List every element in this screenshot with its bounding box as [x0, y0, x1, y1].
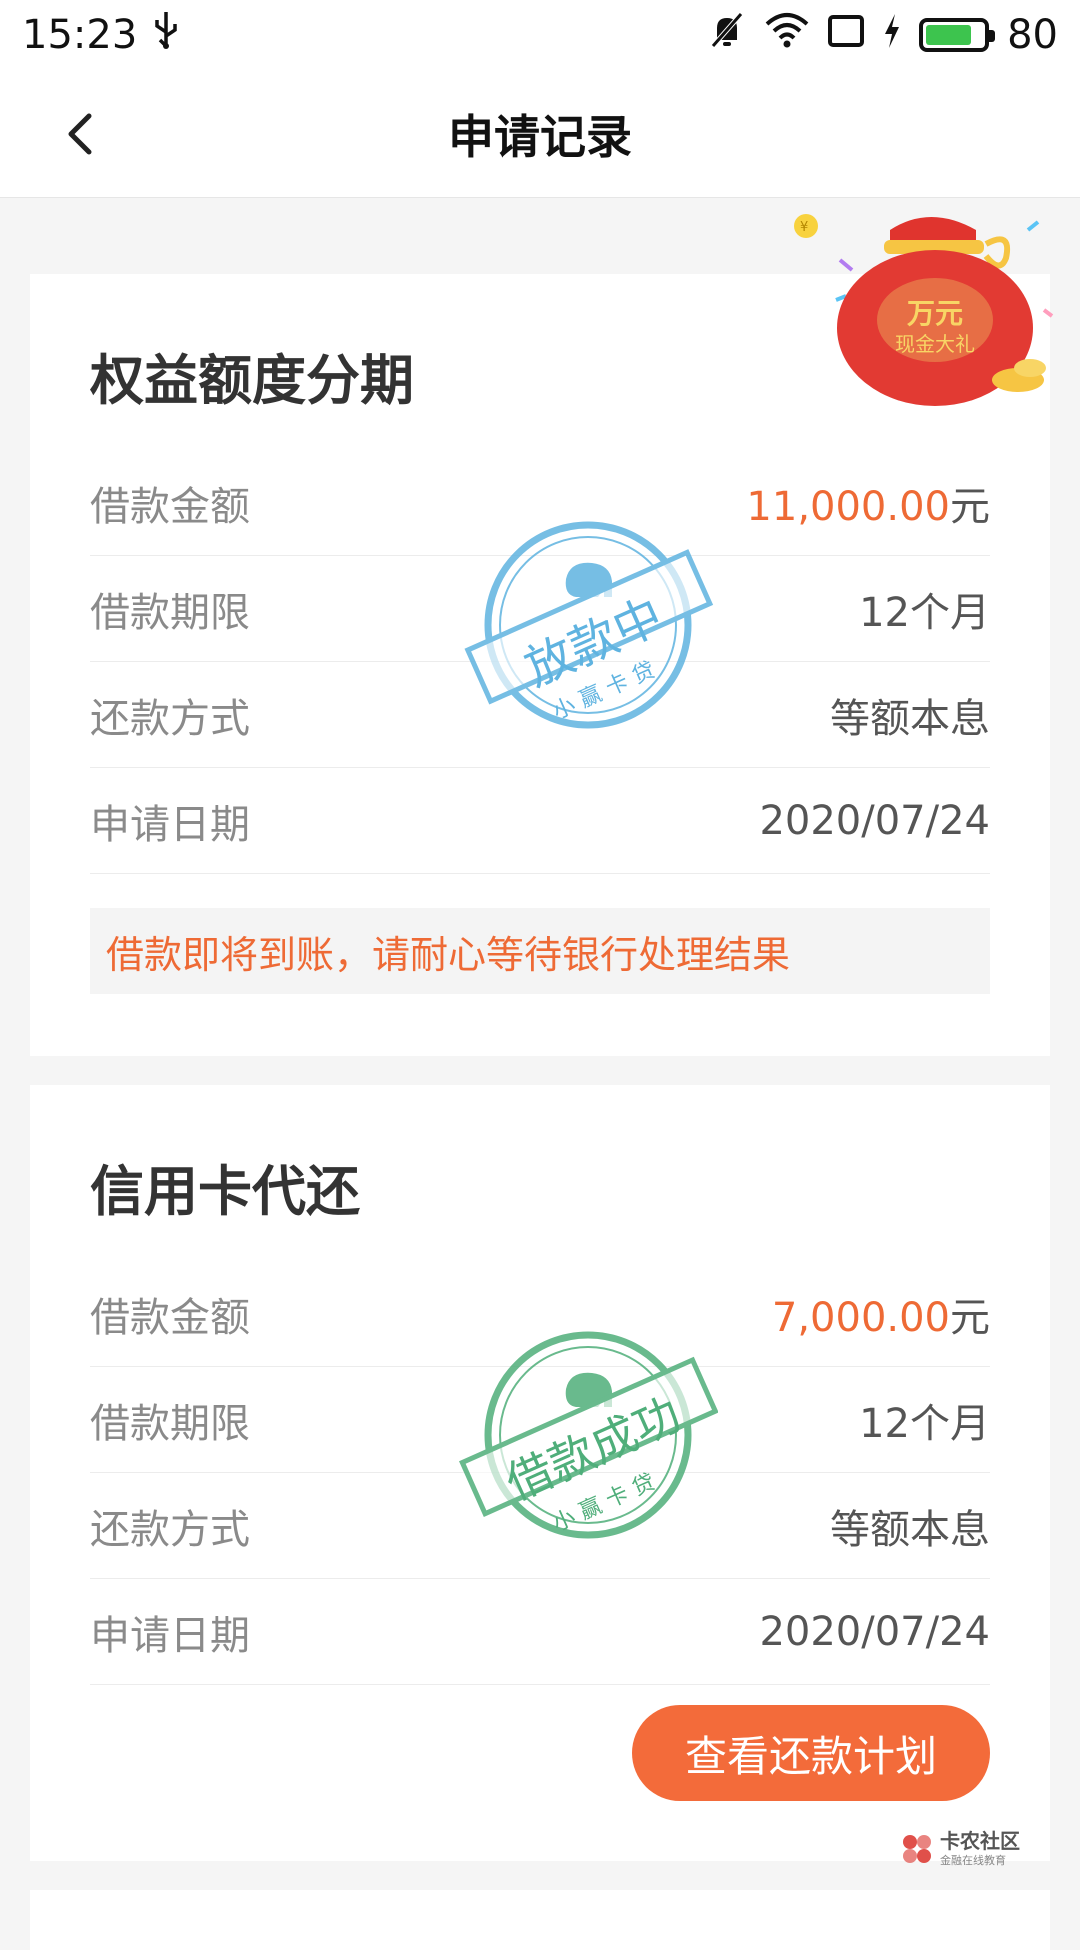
promo-line-1: 万元 — [906, 297, 963, 330]
row-date: 申请日期 2020/07/24 — [90, 1579, 990, 1685]
amount-unit: 元 — [950, 1294, 990, 1341]
nav-bar: 申请记录 — [0, 70, 1080, 198]
row-label: 还款方式 — [90, 695, 250, 742]
chevron-left-icon — [68, 113, 92, 155]
row-label: 借款期限 — [90, 589, 250, 636]
watermark-text: 卡农社区 金融在线教育 — [940, 1830, 1020, 1868]
watermark: 卡农社区 金融在线教育 — [900, 1830, 1020, 1868]
status-stamp-disbursing: 放款中 小 赢 卡 贷 — [458, 505, 718, 745]
battery-level: 80 — [1007, 12, 1058, 58]
row-value: 2020/07/24 — [759, 1608, 990, 1655]
promo-line-2: 现金大礼 — [895, 332, 975, 356]
cash-gift-promo[interactable]: ¥ 万元 现金大礼 — [780, 200, 1070, 410]
status-time: 15:23 — [22, 12, 138, 58]
row-label: 借款金额 — [90, 483, 250, 530]
battery-fill — [926, 25, 971, 45]
battery-icon — [919, 18, 996, 52]
charging-icon — [883, 12, 901, 58]
loan-amount: 7,000.00 — [771, 1294, 950, 1341]
row-value: 11,000.00元 — [746, 474, 990, 532]
status-right: 80 — [707, 10, 1058, 60]
row-label: 申请日期 — [90, 801, 250, 848]
row-value: 等额本息 — [830, 1506, 990, 1553]
row-label: 申请日期 — [90, 1612, 250, 1659]
view-repayment-plan-button[interactable]: 查看还款计划 — [632, 1705, 990, 1801]
usb-icon — [151, 10, 181, 60]
row-label: 借款期限 — [90, 1400, 250, 1447]
record-title: 权益额度分期 — [90, 349, 414, 412]
screen-rotate-icon — [827, 12, 865, 58]
page-title: 申请记录 — [448, 109, 632, 164]
watermark-sub: 金融在线教育 — [940, 1854, 1006, 1867]
row-date: 申请日期 2020/07/24 — [90, 768, 990, 874]
status-notice: 借款即将到账，请耐心等待银行处理结果 — [90, 908, 990, 994]
loan-amount: 11,000.00 — [746, 483, 950, 530]
row-value: 7,000.00元 — [772, 1285, 990, 1343]
wifi-icon — [765, 12, 809, 58]
row-value: 12个月 — [859, 1400, 990, 1447]
row-value: 等额本息 — [830, 695, 990, 742]
row-label: 借款金额 — [90, 1294, 250, 1341]
kanong-logo-icon — [903, 1835, 931, 1863]
back-button[interactable] — [44, 98, 116, 170]
row-value: 2020/07/24 — [759, 797, 990, 844]
mute-bell-icon — [707, 10, 747, 60]
status-stamp-success: 借款成功 小 赢 卡 贷 — [458, 1315, 719, 1555]
status-bar: 15:23 80 — [0, 0, 1080, 70]
record-card-3 — [30, 1890, 1050, 1950]
record-title: 信用卡代还 — [90, 1160, 360, 1223]
amount-unit: 元 — [950, 483, 990, 530]
svg-text:¥: ¥ — [800, 220, 808, 235]
watermark-name: 卡农社区 — [940, 1829, 1020, 1853]
row-value: 12个月 — [859, 589, 990, 636]
row-label: 还款方式 — [90, 1506, 250, 1553]
status-left: 15:23 — [22, 10, 181, 60]
